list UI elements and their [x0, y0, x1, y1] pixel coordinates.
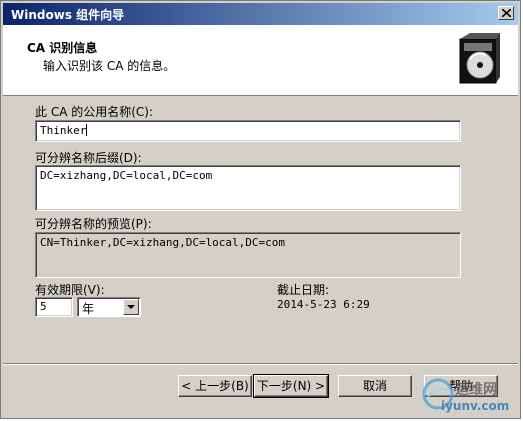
dn-suffix-textarea[interactable]: DC=xizhang,DC=local,DC=com [35, 165, 461, 211]
next-button[interactable]: 下一步(N) > [253, 374, 329, 398]
watermark: 运维网 iyunv.com [421, 373, 521, 419]
page-subtitle: 输入识别该 CA 的信息。 [43, 59, 176, 73]
validity-period-input[interactable]: 5 [35, 297, 73, 317]
expiry-date: 2014-5-23 6:29 [277, 298, 370, 311]
common-name-input[interactable]: Thinker [35, 120, 461, 142]
validity-unit-value: 年 [82, 302, 95, 316]
dropdown-button[interactable] [123, 299, 139, 315]
common-name-label: 此 CA 的公用名称(C): [35, 105, 154, 119]
validity-unit-select[interactable]: 年 [77, 297, 141, 317]
expiry-label: 截止日期: [277, 283, 330, 297]
chevron-down-icon [127, 305, 135, 309]
watermark-text-url: iyunv.com [441, 399, 510, 413]
validity-label: 有效期限(V): [35, 283, 105, 297]
dn-preview-readonly: CN=Thinker,DC=xizhang,DC=local,DC=com [35, 232, 461, 278]
cancel-button[interactable]: 取消 [338, 375, 412, 397]
text-caret [86, 124, 88, 136]
dn-suffix-label: 可分辨名称后缀(D): [35, 151, 142, 165]
close-icon [502, 9, 511, 17]
watermark-text-cn: 运维网 [455, 382, 497, 398]
button-divider [3, 363, 518, 365]
dn-preview-label: 可分辨名称的预览(P): [35, 217, 152, 231]
back-button[interactable]: < 上一步(B) [178, 375, 252, 397]
close-button[interactable] [498, 6, 514, 20]
wizard-window: Windows 组件向导 CA 识别信息 输入识别该 CA 的信息。 此 CA … [0, 0, 521, 419]
page-title: CA 识别信息 [27, 41, 98, 55]
window-title: Windows 组件向导 [11, 8, 125, 22]
title-bar: Windows 组件向导 [3, 3, 518, 25]
header-panel: CA 识别信息 输入识别该 CA 的信息。 [3, 25, 518, 96]
software-box-icon [459, 33, 500, 84]
